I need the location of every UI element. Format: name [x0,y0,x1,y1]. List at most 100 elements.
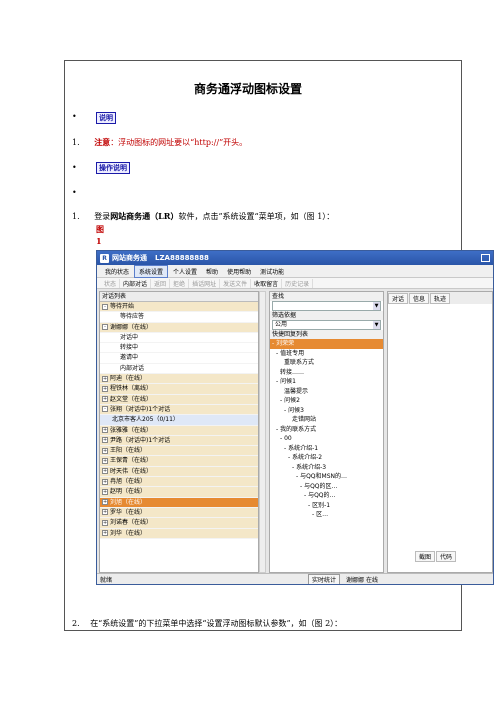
collapse-icon[interactable]: - [102,324,108,331]
list-item[interactable]: + 刘华（在线） [100,528,258,539]
quick-reply-pane: 查找 ▼ 筛选依据 公用 ▼ 快捷回复列表 - 刘荣荣 - 值班专用 重联系方式 转接…… [269,291,384,573]
list-item-label: 刘诺春（在线） [110,519,153,527]
expand-icon[interactable]: + [102,478,108,485]
menu-test[interactable]: 测试功能 [256,266,288,277]
tree-item[interactable]: - 问候2 [270,396,383,406]
tree-item[interactable]: - 刘荣荣 [270,339,383,349]
list-item[interactable]: - 等待开始 [100,302,258,313]
filter-label: 筛选依据 [270,311,383,320]
list-item[interactable]: + 王保青（在线） [100,456,258,467]
tree-item[interactable]: 重联系方式 [270,358,383,368]
tree-item[interactable]: 转接…… [270,368,383,378]
toolbar-reject[interactable]: 拒绝 [170,278,190,288]
list-item[interactable]: + 刘诺春（在线） [100,518,258,529]
conversation-list: 对话列表 - 等待开始 等待应答 - 谢娜娜（在线） 对话中 转接中 邀请中 内部对话 + 阿迪（在… [99,291,259,573]
tree-item[interactable]: - 系统介绍-3 [270,463,383,473]
status-realtime[interactable]: 实时统计 [308,573,341,584]
expand-icon[interactable]: + [102,519,108,526]
step1-bold: 网站商务通（LR） [110,211,179,221]
toolbar-messages[interactable]: 收取留言 [251,278,283,288]
list-item[interactable]: + 赵明（在线） [100,487,258,498]
tree-item[interactable]: - 与QQ和MSN的… [270,472,383,482]
list-item[interactable]: 邀请中 [100,353,258,364]
list-item[interactable]: + 阿迪（在线） [100,374,258,385]
expand-icon[interactable]: + [102,396,108,403]
tree-item[interactable]: - 我的联系方式 [270,425,383,435]
filter-select[interactable]: 公用 ▼ [272,320,381,330]
menu-usage-help[interactable]: 使用帮助 [223,266,255,277]
collapse-icon[interactable]: - [102,303,108,310]
tree-item[interactable]: - 区别-1 [270,501,383,511]
ops-tag: 操作说明 [96,162,130,174]
list-item[interactable]: - 张翔（对话中)1个对话 [100,404,258,416]
status-ready: 就绪 [100,576,113,584]
chevron-down-icon[interactable]: ▼ [373,321,380,329]
list-item[interactable]: + 冉旭（在线） [100,477,258,488]
note-line: 1. 注意：浮动图标的网址要以“http://”开头。 [72,137,247,148]
expand-icon[interactable]: + [102,437,108,444]
menu-system-settings[interactable]: 系统设置 [134,264,169,278]
menu-personal-settings[interactable]: 个人设置 [169,266,201,277]
tab-chat[interactable]: 对话 [388,292,409,304]
tree-item[interactable]: - 值班专用 [270,349,383,359]
list-item[interactable]: - 谢娜娜（在线） [100,322,258,333]
toolbar: 状态 内部对话 返回 拒绝 插话网址 发送文件 收取留言 历史记录 [97,278,493,289]
tab-info[interactable]: 信息 [409,292,430,304]
tab-code[interactable]: 代码 [436,551,457,562]
list-item[interactable]: + 赵文堂（在线） [100,394,258,405]
minimize-icon[interactable] [481,254,490,262]
tree-item[interactable]: - 系统介绍-1 [270,444,383,454]
tree-item[interactable]: - 问候1 [270,377,383,387]
expand-icon[interactable]: + [102,509,108,516]
figure-number: 1 [96,236,102,246]
list-item[interactable]: + 尹路（对话中)1个对话 [100,435,258,447]
list-item-label: 阿迪（在线） [110,375,147,383]
toolbar-internal-chat[interactable]: 内部对话 [120,278,152,288]
tab-track[interactable]: 轨迹 [430,292,451,304]
search-input[interactable]: ▼ [272,301,381,311]
tree-item[interactable]: - 系统介绍-2 [270,453,383,463]
toolbar-push-url[interactable]: 插话网址 [189,278,221,288]
expand-icon[interactable]: + [102,385,108,392]
toolbar-back[interactable]: 返回 [151,278,171,288]
filter-value: 公用 [275,321,288,328]
step2-line: 2. 在“系统设置”的下拉菜单中选择“设置浮动图标默认参数”，如（图 2）： [72,618,342,629]
expand-icon[interactable]: + [102,499,108,506]
list-item[interactable]: + 王阳（在线） [100,446,258,457]
tab-screenshot[interactable]: 截图 [415,551,436,562]
expand-icon[interactable]: + [102,468,108,475]
chevron-down-icon[interactable]: ▼ [373,302,380,310]
toolbar-send-file[interactable]: 发送文件 [220,278,252,288]
list-item[interactable]: 对话中 [100,333,258,344]
window-titlebar: R 网站商务通 LZA88888888 [97,251,493,265]
list-item[interactable]: 内部对话 [100,364,258,375]
list-item[interactable]: + 刘旭（在线） [100,497,258,508]
tree-item[interactable]: 走错网站 [270,415,383,425]
list-item[interactable]: 转接中 [100,343,258,354]
expand-icon[interactable]: + [102,530,108,537]
toolbar-status[interactable]: 状态 [101,278,121,288]
tree-item[interactable]: - 00 [270,434,383,444]
tree-item[interactable]: 温馨提示 [270,387,383,397]
list-item[interactable]: + 时天伟（在线） [100,466,258,478]
list-item[interactable]: + 张雅雅（在线） [100,425,258,436]
expand-icon[interactable]: + [102,427,108,434]
app-icon: R [100,253,109,263]
list-item[interactable]: + 罗华（在线） [100,507,258,519]
tree-item[interactable]: - 与QQ的… [270,491,383,501]
toolbar-history[interactable]: 历史记录 [282,278,314,288]
expand-icon[interactable]: + [102,447,108,454]
list-item[interactable]: + 程铁林（离线） [100,384,258,395]
list-item[interactable]: 等待应答 [100,312,258,323]
tree-item[interactable]: - 问候3 [270,406,383,416]
tree-item[interactable]: - 区… [270,510,383,520]
scrollbar[interactable] [259,291,266,573]
expand-icon[interactable]: + [102,457,108,464]
expand-icon[interactable]: + [102,375,108,382]
collapse-icon[interactable]: - [102,406,108,413]
list-item[interactable]: 北京市客人205（0/11） [100,415,258,426]
menu-my-status[interactable]: 我的状态 [101,266,133,277]
menu-help[interactable]: 帮助 [202,266,222,277]
tree-item[interactable]: - 与QQ的区… [270,482,383,492]
expand-icon[interactable]: + [102,488,108,495]
